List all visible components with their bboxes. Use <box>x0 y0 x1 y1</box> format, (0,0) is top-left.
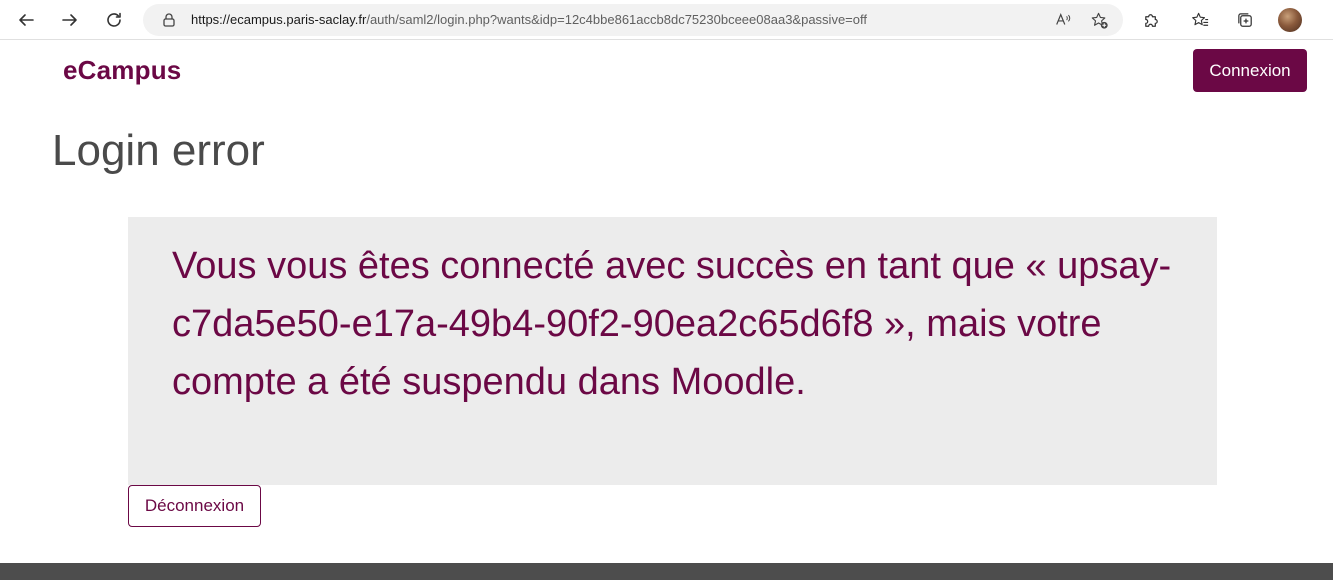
star-add-icon <box>1091 12 1108 29</box>
favorites-button[interactable] <box>1188 8 1212 32</box>
add-favorite-button[interactable] <box>1089 10 1109 30</box>
favorites-star-icon <box>1191 12 1208 26</box>
brand-logo[interactable]: eCampus <box>63 55 181 86</box>
back-button[interactable] <box>12 6 40 34</box>
error-message: Vous vous êtes connecté avec succès en t… <box>172 245 1172 403</box>
refresh-button[interactable] <box>100 6 128 34</box>
forward-button[interactable] <box>56 6 84 34</box>
page-title: Login error <box>52 126 265 175</box>
refresh-icon <box>107 12 121 27</box>
address-bar[interactable]: https://ecampus.paris-saclay.fr/auth/sam… <box>143 4 1123 36</box>
read-aloud-button[interactable] <box>1053 10 1073 30</box>
lock-icon <box>163 13 175 27</box>
collections-button[interactable] <box>1233 8 1257 32</box>
site-header: eCampus Connexion <box>0 41 1333 101</box>
url-path: /auth/saml2/login.php?wants&idp=12c4bbe8… <box>366 12 867 27</box>
puzzle-icon <box>1144 13 1158 27</box>
read-aloud-icon <box>1056 13 1071 25</box>
footer <box>0 563 1333 580</box>
logout-button[interactable]: Déconnexion <box>128 485 261 527</box>
error-notification: Vous vous êtes connecté avec succès en t… <box>128 217 1217 485</box>
url-text: https://ecampus.paris-saclay.fr/auth/sam… <box>191 12 867 27</box>
collections-icon <box>1237 12 1252 27</box>
url-host: https://ecampus.paris-saclay.fr <box>191 12 367 27</box>
browser-toolbar: https://ecampus.paris-saclay.fr/auth/sam… <box>0 0 1333 40</box>
back-arrow-icon <box>19 14 34 26</box>
login-button[interactable]: Connexion <box>1193 49 1307 92</box>
profile-avatar[interactable] <box>1278 8 1302 32</box>
forward-arrow-icon <box>62 14 77 26</box>
extensions-button[interactable] <box>1139 8 1163 32</box>
